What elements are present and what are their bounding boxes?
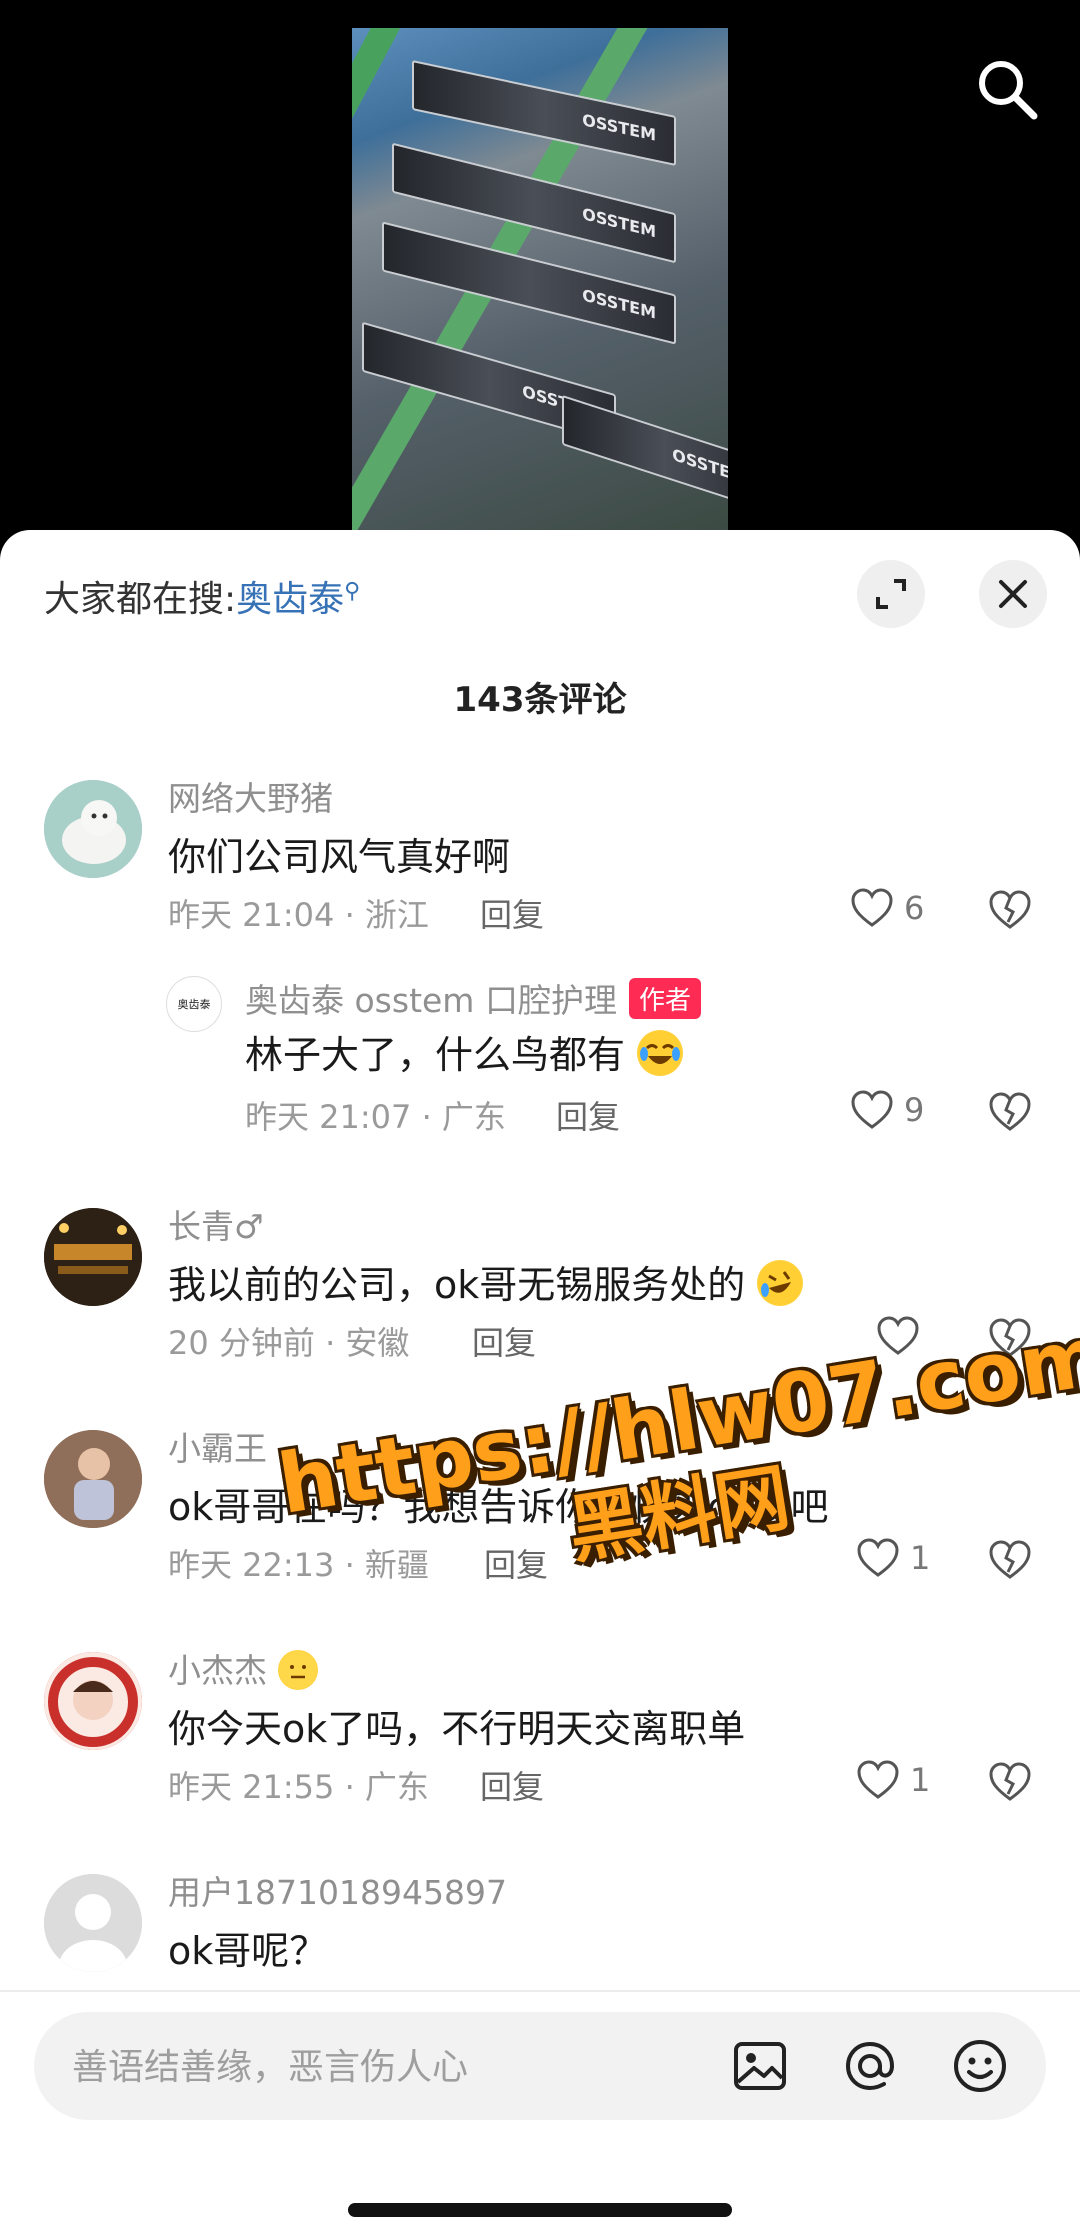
comment-username[interactable]: 用户1871018945897 — [168, 1866, 507, 1914]
expand-button[interactable] — [857, 560, 925, 628]
like-button[interactable]: 6 — [850, 888, 924, 928]
comment-text: 你今天ok了吗，不行明天交离职单 — [168, 1707, 746, 1751]
hot-search-bar[interactable]: 大家都在搜:奥齿泰⚲ — [44, 570, 360, 622]
reply-button[interactable]: 回复 — [480, 1762, 544, 1808]
neutral-face-emoji-icon — [277, 1650, 318, 1690]
like-count: 1 — [910, 1761, 931, 1799]
image-icon[interactable] — [730, 2036, 790, 2096]
avatar[interactable] — [44, 1208, 142, 1306]
comment-username[interactable]: 网络大野猪 — [168, 772, 333, 820]
comment-text: ok哥呢？ — [168, 1929, 328, 1973]
heart-icon — [851, 1090, 893, 1129]
home-indicator[interactable] — [348, 2203, 732, 2217]
search-icon[interactable] — [974, 56, 1040, 122]
hot-search-keyword[interactable]: 奥齿泰 — [236, 579, 344, 620]
reply-button[interactable]: 回复 — [556, 1092, 620, 1138]
avatar[interactable] — [44, 780, 142, 878]
video-frame[interactable]: OSSTEM OSSTEM OSSTEM OSSTEM OSSTEM — [352, 28, 728, 530]
heart-icon — [857, 1538, 899, 1577]
child-avatar-image — [44, 1430, 142, 1528]
like-button[interactable]: 1 — [856, 1538, 930, 1578]
heart-icon — [851, 888, 893, 927]
comment-meta: 20 分钟前 · 安徽 — [168, 1324, 410, 1362]
cat-avatar-image — [44, 780, 142, 878]
author-avatar-logo: 奥齿泰 — [177, 998, 211, 1011]
watermark: https://hlw07.com 黑料网 — [272, 1309, 1080, 1620]
video-player[interactable]: OSSTEM OSSTEM OSSTEM OSSTEM OSSTEM — [0, 0, 1080, 560]
input-divider — [0, 1990, 1080, 1992]
comment-username[interactable]: 小霸王 — [168, 1422, 267, 1470]
rolling-laugh-emoji-icon — [757, 1260, 804, 1306]
comment-count: 143条评论 — [453, 680, 627, 720]
store-avatar-image — [44, 1208, 142, 1306]
comment-text: 你们公司风气真好啊 — [168, 835, 511, 879]
reply-username[interactable]: 奥齿泰 osstem 口腔护理 作者 — [245, 974, 701, 1022]
like-count: 6 — [904, 889, 925, 927]
dislike-icon[interactable] — [988, 1092, 1032, 1132]
cartoon-avatar-image — [44, 1652, 142, 1750]
avatar[interactable] — [44, 1430, 142, 1528]
like-button[interactable]: 9 — [850, 1090, 924, 1130]
comment-input[interactable] — [70, 2012, 694, 2122]
comment-input-bar — [34, 2012, 1046, 2122]
hot-search-prefix: 大家都在搜: — [44, 579, 237, 620]
author-avatar[interactable]: 奥齿泰 — [166, 976, 222, 1032]
search-small-icon: ⚲ — [344, 579, 361, 604]
like-count: 1 — [910, 1539, 931, 1577]
close-button[interactable] — [979, 560, 1047, 628]
comment-meta: 昨天 21:55 · 广东 — [168, 1768, 429, 1806]
dislike-icon[interactable] — [988, 1762, 1032, 1802]
product-box: OSSTEM — [562, 394, 728, 512]
heart-icon — [857, 1760, 899, 1799]
comment-text: 我以前的公司，ok哥无锡服务处的 — [168, 1254, 804, 1309]
reply-meta: 昨天 21:07 · 广东 — [245, 1098, 506, 1136]
dislike-icon[interactable] — [988, 890, 1032, 930]
reply-text-content: 林子大了，什么鸟都有 — [245, 1033, 626, 1077]
reply-text: 林子大了，什么鸟都有 — [245, 1024, 684, 1079]
comment-sheet: 大家都在搜:奥齿泰⚲ 143条评论 网络大野猪 你们公司风气真好啊 昨天 21:… — [0, 530, 1080, 2237]
close-icon — [999, 580, 1027, 608]
reply-button[interactable]: 回复 — [480, 890, 544, 936]
like-count: 9 — [904, 1091, 925, 1129]
avatar[interactable] — [44, 1652, 142, 1750]
expand-icon — [876, 579, 906, 609]
comment-meta: 昨天 21:04 · 浙江 — [168, 896, 429, 934]
reply-username-text: 奥齿泰 osstem 口腔护理 — [245, 981, 617, 1020]
comment-text-content: 我以前的公司，ok哥无锡服务处的 — [168, 1263, 746, 1307]
default-avatar-icon — [44, 1874, 142, 1972]
product-box: OSSTEM — [412, 59, 676, 167]
like-button[interactable]: 1 — [856, 1760, 930, 1800]
emoji-icon[interactable] — [950, 2036, 1010, 2096]
reply-button[interactable]: 回复 — [472, 1318, 536, 1364]
comment-username[interactable]: 小杰杰 — [168, 1644, 318, 1692]
comment-username-text: 小杰杰 — [168, 1651, 267, 1690]
dislike-icon[interactable] — [988, 1540, 1032, 1580]
author-badge: 作者 — [628, 978, 701, 1019]
mention-icon[interactable] — [840, 2036, 900, 2096]
laugh-cry-emoji-icon — [637, 1030, 684, 1076]
comment-username[interactable]: 长青♂ — [168, 1200, 264, 1248]
avatar[interactable] — [44, 1874, 142, 1972]
